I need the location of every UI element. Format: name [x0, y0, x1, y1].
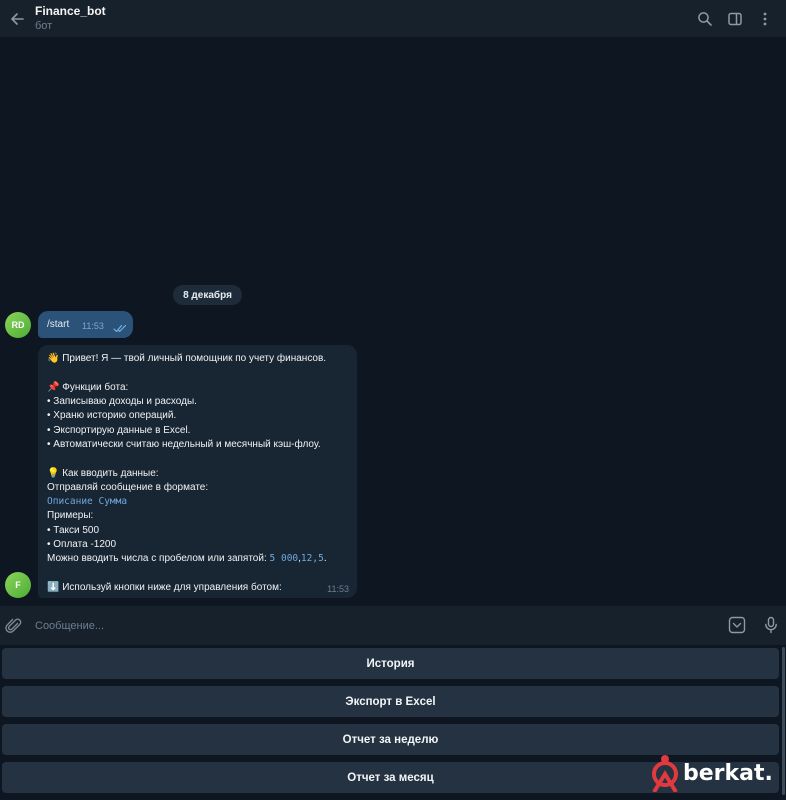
chat-title-block[interactable]: Finance_bot бот: [35, 4, 106, 33]
example-item: • Такси 500: [47, 525, 100, 536]
sidebar-panel-icon[interactable]: [720, 4, 750, 34]
berkat-logo-icon: [652, 755, 678, 792]
message-input[interactable]: [35, 613, 695, 638]
header-actions: [690, 0, 780, 37]
lightbulb-emoji-icon: 💡: [47, 468, 60, 479]
avatar[interactable]: F: [5, 572, 31, 598]
message-list[interactable]: 8 декабря RD /start 11:53 👋 Привет! Я — …: [0, 37, 786, 605]
message-line: 👋 Привет! Я — твой личный помощник по уч…: [47, 352, 326, 365]
more-vertical-icon[interactable]: [750, 4, 780, 34]
function-item: • Храню историю операций.: [47, 410, 177, 421]
function-item: • Автоматически считаю недельный и месяч…: [47, 439, 321, 450]
example-item: • Оплата -1200: [47, 539, 117, 550]
howto-title: Как вводить данные:: [62, 468, 159, 479]
footer-text: Используй кнопки ниже для управления бот…: [62, 582, 282, 593]
message-composer: [0, 605, 786, 645]
history-button[interactable]: История: [2, 648, 779, 679]
examples-title: Примеры:: [47, 510, 94, 521]
message-text[interactable]: /start: [47, 319, 69, 330]
down-arrow-emoji-icon: ⬇️: [47, 582, 60, 593]
keyboard-scrollbar[interactable]: [782, 647, 785, 795]
numbers-code[interactable]: 12,5: [301, 553, 324, 564]
paperclip-icon[interactable]: [0, 606, 28, 646]
message-time: 11:53: [327, 584, 349, 594]
pushpin-emoji-icon: 📌: [47, 382, 60, 393]
back-arrow-icon[interactable]: [2, 0, 32, 37]
wave-emoji-icon: 👋: [47, 353, 60, 364]
message-line: 💡 Как вводить данные:: [47, 467, 159, 480]
outgoing-message[interactable]: /start 11:53: [38, 311, 133, 338]
greeting-text: Привет! Я — твой личный помощник по учет…: [62, 353, 327, 364]
function-item: • Экспортирую данные в Excel.: [47, 425, 191, 436]
message-time: 11:53: [82, 321, 104, 331]
chat-title: Finance_bot: [35, 4, 106, 18]
chat-header: Finance_bot бот: [0, 0, 786, 37]
numbers-end: .: [323, 553, 327, 564]
microphone-icon[interactable]: [760, 614, 782, 636]
watermark-logo: berkat.: [650, 750, 780, 796]
message-line: ⬇️ Используй кнопки ниже для управления …: [47, 581, 282, 594]
watermark-text: berkat.: [683, 760, 773, 786]
functions-title: Функции бота:: [62, 382, 129, 393]
search-icon[interactable]: [690, 4, 720, 34]
format-intro: Отправляй сообщение в формате:: [47, 482, 209, 493]
date-separator: 8 декабря: [173, 285, 242, 305]
numbers-text: Можно вводить числа с пробелом или запят…: [47, 553, 267, 564]
export-excel-button[interactable]: Экспорт в Excel: [2, 686, 779, 717]
keyboard-toggle-icon[interactable]: [726, 614, 748, 636]
chat-subtitle: бот: [35, 20, 53, 32]
function-item: • Записываю доходы и расходы.: [47, 396, 197, 407]
format-code[interactable]: Описание Сумма: [47, 495, 127, 508]
numbers-code[interactable]: 5 000: [270, 553, 299, 564]
message-line: Можно вводить числа с пробелом или запят…: [47, 552, 327, 565]
message-line: 📌 Функции бота:: [47, 381, 128, 394]
incoming-message[interactable]: 👋 Привет! Я — твой личный помощник по уч…: [38, 345, 357, 598]
double-check-icon: [113, 320, 127, 338]
avatar[interactable]: RD: [5, 312, 31, 338]
